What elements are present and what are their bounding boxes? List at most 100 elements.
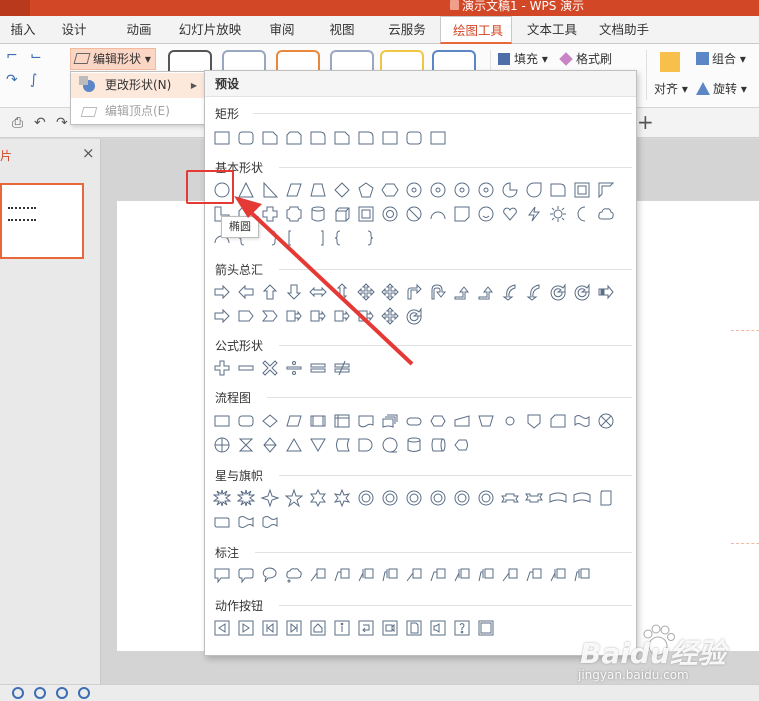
action-button-sound-shape[interactable] bbox=[429, 619, 447, 637]
8-point-star-shape[interactable] bbox=[357, 489, 375, 507]
fill-button[interactable]: 填充 ▾ bbox=[498, 50, 548, 67]
action-button-beginning-shape[interactable] bbox=[261, 619, 279, 637]
flowchart-terminator-shape[interactable] bbox=[405, 412, 423, 430]
24-point-star-shape[interactable] bbox=[453, 489, 471, 507]
undo-icon[interactable]: ↶ bbox=[34, 115, 46, 131]
right-bracket-shape[interactable] bbox=[309, 229, 327, 247]
bent-up-arrow-shape[interactable] bbox=[477, 283, 495, 301]
left-right-arrow-shape[interactable] bbox=[309, 283, 327, 301]
left-bracket-shape[interactable] bbox=[285, 229, 303, 247]
double-wave-shape[interactable] bbox=[261, 513, 279, 531]
7-point-star-shape[interactable] bbox=[333, 489, 351, 507]
up-ribbon-shape[interactable] bbox=[501, 489, 519, 507]
double-brace-shape[interactable] bbox=[261, 229, 279, 247]
rectangle-shape[interactable] bbox=[213, 129, 231, 147]
flowchart-sequential-access-shape[interactable] bbox=[381, 436, 399, 454]
cube-shape[interactable] bbox=[333, 205, 351, 223]
left-arrow-shape[interactable] bbox=[237, 283, 255, 301]
round-diagonal-rectangle-shape[interactable] bbox=[357, 129, 375, 147]
flowchart-predefined-process-shape[interactable] bbox=[309, 412, 327, 430]
cross-shape[interactable] bbox=[261, 205, 279, 223]
align-icon[interactable] bbox=[660, 52, 680, 72]
flowchart-sort-shape[interactable] bbox=[261, 436, 279, 454]
multiply-shape[interactable] bbox=[261, 359, 279, 377]
left-arrow-callout-shape[interactable] bbox=[309, 307, 327, 325]
tab-animation[interactable]: 动画 bbox=[115, 16, 163, 44]
vertical-scroll-shape[interactable] bbox=[597, 489, 615, 507]
slide-thumbnail[interactable] bbox=[0, 183, 84, 259]
10-point-star-shape[interactable] bbox=[381, 489, 399, 507]
32-point-star-shape[interactable] bbox=[477, 489, 495, 507]
u-turn-arrow-shape[interactable] bbox=[429, 283, 447, 301]
flowchart-stored-data-shape[interactable] bbox=[333, 436, 351, 454]
folded-corner-shape[interactable] bbox=[453, 205, 471, 223]
right-arrow-shape[interactable] bbox=[213, 283, 231, 301]
down-ribbon-shape[interactable] bbox=[525, 489, 543, 507]
heart-shape[interactable] bbox=[501, 205, 519, 223]
curved-right-arrow-shape[interactable] bbox=[501, 283, 519, 301]
add-tab-button[interactable]: + bbox=[637, 110, 654, 134]
flowchart-process-shape[interactable] bbox=[213, 412, 231, 430]
mic-icon[interactable] bbox=[78, 687, 90, 699]
right-arrow-callout-shape[interactable] bbox=[285, 307, 303, 325]
tab-view[interactable]: 视图 bbox=[318, 16, 366, 44]
s-curve-icon[interactable]: ∫ bbox=[30, 72, 37, 88]
down-arrow-shape[interactable] bbox=[285, 283, 303, 301]
can-shape[interactable] bbox=[309, 205, 327, 223]
down-arrow-callout-shape[interactable] bbox=[357, 307, 375, 325]
chord-shape[interactable] bbox=[549, 181, 567, 199]
dodecagon-shape[interactable] bbox=[477, 181, 495, 199]
wave-shape[interactable] bbox=[237, 513, 255, 531]
triangle-shape[interactable] bbox=[237, 181, 255, 199]
tab-text-tools[interactable]: 文本工具 bbox=[518, 16, 586, 44]
line-callout-4-shape[interactable] bbox=[381, 566, 399, 584]
line-callout-2-accent-shape[interactable] bbox=[429, 566, 447, 584]
action-button-end-shape[interactable] bbox=[285, 619, 303, 637]
action-button-forward-shape[interactable] bbox=[237, 619, 255, 637]
oval-callout-shape[interactable] bbox=[261, 566, 279, 584]
curved-up-ribbon-shape[interactable] bbox=[549, 489, 567, 507]
group-button[interactable]: 组合 ▾ bbox=[696, 50, 746, 67]
line-callout-4-border-shape[interactable] bbox=[573, 566, 591, 584]
line-callout-4-accent-shape[interactable] bbox=[477, 566, 495, 584]
rectangular-callout-shape[interactable] bbox=[213, 566, 231, 584]
tab-cloud[interactable]: 云服务 bbox=[378, 16, 436, 44]
rounded-rectangular-callout-shape[interactable] bbox=[237, 566, 255, 584]
flowchart-offpage-connector-shape[interactable] bbox=[525, 412, 543, 430]
status-icon[interactable] bbox=[12, 687, 24, 699]
close-icon[interactable]: × bbox=[82, 144, 95, 162]
flowchart-direct-access-shape[interactable] bbox=[429, 436, 447, 454]
lightning-bolt-shape[interactable] bbox=[525, 205, 543, 223]
curved-down-ribbon-shape[interactable] bbox=[573, 489, 591, 507]
elbow-connector-icon[interactable]: ⌐ bbox=[6, 48, 18, 64]
division-shape[interactable] bbox=[285, 359, 303, 377]
bent-arrow-shape[interactable] bbox=[405, 283, 423, 301]
action-button-return-shape[interactable] bbox=[357, 619, 375, 637]
tab-insert[interactable]: 插入 bbox=[0, 16, 46, 44]
rounded-rectangle-shape-2[interactable] bbox=[405, 129, 423, 147]
flowchart-manual-input-shape[interactable] bbox=[453, 412, 471, 430]
align-button[interactable]: 对齐 ▾ bbox=[654, 80, 688, 97]
block-arc-shape[interactable] bbox=[429, 205, 447, 223]
parallelogram-shape[interactable] bbox=[285, 181, 303, 199]
donut-shape[interactable] bbox=[381, 205, 399, 223]
octagon-shape[interactable] bbox=[429, 181, 447, 199]
circular-arrow-shape[interactable] bbox=[405, 307, 423, 325]
curve-connector-icon[interactable]: ↷ bbox=[6, 72, 18, 88]
rotate-button[interactable]: 旋转 ▾ bbox=[696, 80, 747, 97]
cloud-shape[interactable] bbox=[597, 205, 615, 223]
smiley-face-shape[interactable] bbox=[477, 205, 495, 223]
line-callout-3-accent-shape[interactable] bbox=[453, 566, 471, 584]
action-button-movie-shape[interactable] bbox=[381, 619, 399, 637]
plaque-shape[interactable] bbox=[285, 205, 303, 223]
flowchart-summing-junction-shape[interactable] bbox=[597, 412, 615, 430]
left-brace-shape[interactable] bbox=[333, 229, 351, 247]
quad-arrow-callout-shape[interactable] bbox=[381, 307, 399, 325]
flowchart-decision-shape[interactable] bbox=[261, 412, 279, 430]
line-callout-2-shape[interactable] bbox=[333, 566, 351, 584]
flowchart-extract-shape[interactable] bbox=[285, 436, 303, 454]
redo-icon[interactable]: ↷ bbox=[56, 115, 68, 131]
curved-up-arrow-shape[interactable] bbox=[549, 283, 567, 301]
round-corner-rectangle-shape[interactable] bbox=[309, 129, 327, 147]
flowchart-data-shape[interactable] bbox=[285, 412, 303, 430]
